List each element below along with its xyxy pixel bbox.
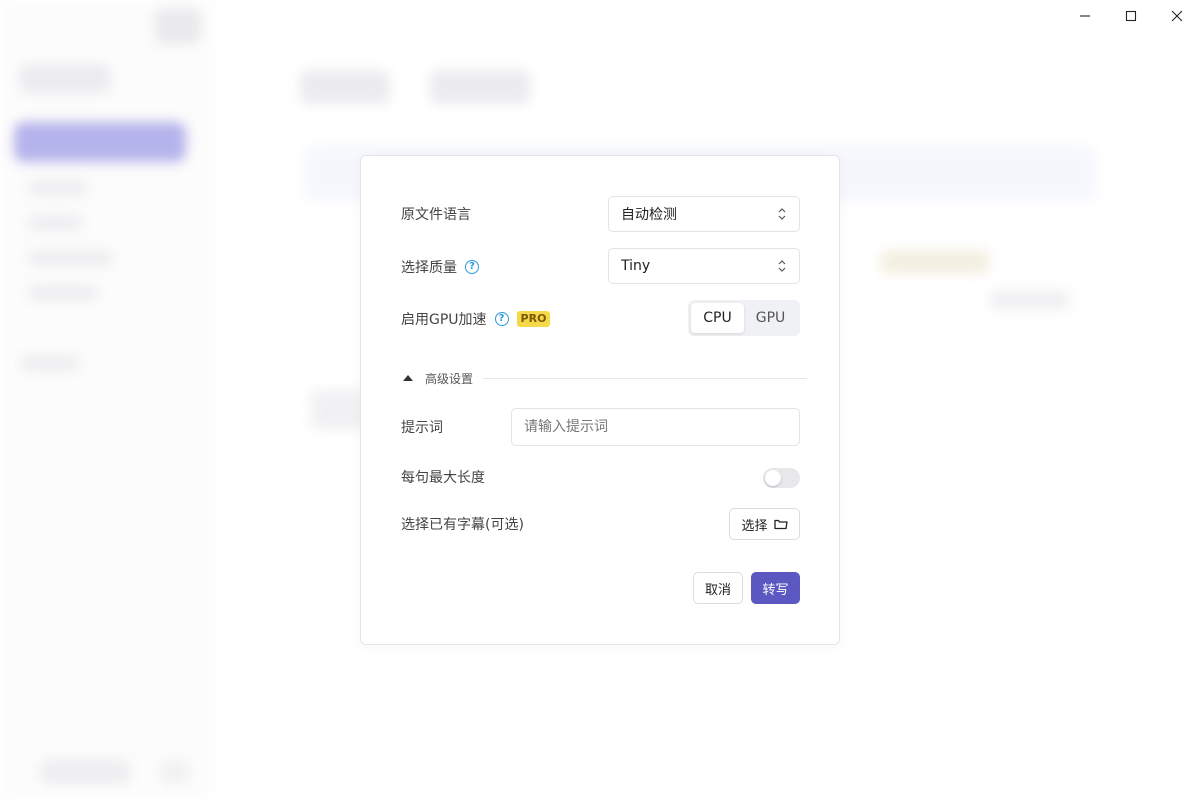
background-sidebar [0, 0, 210, 800]
source-language-value: 自动检测 [621, 207, 677, 223]
segment-gpu[interactable]: GPU [744, 303, 797, 333]
window-controls [1062, 0, 1200, 32]
source-language-select[interactable]: 自动检测 [608, 196, 800, 232]
gpu-label: 启用GPU加速 ? PRO [401, 309, 551, 329]
help-icon[interactable]: ? [494, 312, 509, 326]
background-app-title [20, 65, 110, 93]
caret-up-icon [403, 375, 413, 381]
chevron-updown-icon [778, 260, 786, 272]
choose-subtitle-button[interactable]: 选择 [729, 508, 800, 540]
existing-subtitle-label: 选择已有字幕(可选) [401, 514, 524, 534]
advanced-settings-toggle[interactable]: 高级设置 [403, 368, 807, 388]
prompt-input[interactable] [511, 408, 800, 446]
cancel-button[interactable]: 取消 [693, 572, 743, 604]
background-card [880, 250, 990, 274]
background-footer-item [40, 760, 130, 784]
background-nav-item [28, 215, 83, 231]
source-language-label: 原文件语言 [401, 204, 471, 224]
quality-label: 选择质量 ? [401, 257, 479, 277]
background-nav-item [28, 250, 113, 266]
max-length-label: 每句最大长度 [401, 467, 485, 487]
segment-cpu[interactable]: CPU [691, 303, 744, 333]
background-footer-item [160, 760, 190, 784]
quality-label-text: 选择质量 [401, 260, 457, 276]
pro-badge: PRO [516, 311, 551, 327]
background-card [990, 290, 1070, 310]
max-length-label-text: 每句最大长度 [401, 470, 485, 486]
divider [483, 377, 807, 379]
background-nav-item [28, 285, 98, 301]
background-header [430, 70, 530, 104]
source-language-label-text: 原文件语言 [401, 207, 471, 223]
close-button[interactable] [1154, 0, 1200, 32]
prompt-label: 提示词 [401, 417, 443, 437]
quality-value: Tiny [621, 258, 651, 274]
advanced-settings-label: 高级设置 [425, 371, 474, 386]
background-nav-item [20, 355, 80, 371]
maximize-icon [1125, 10, 1137, 22]
background-logo [155, 8, 201, 44]
background-nav-active [14, 122, 186, 162]
max-length-toggle[interactable] [763, 468, 800, 488]
close-icon [1171, 10, 1183, 22]
choose-subtitle-label: 选择 [741, 518, 768, 534]
gpu-label-text: 启用GPU加速 [401, 312, 487, 328]
background-nav-item [28, 180, 88, 196]
folder-icon [773, 518, 788, 530]
help-icon[interactable]: ? [465, 260, 479, 274]
quality-select[interactable]: Tiny [608, 248, 800, 284]
gpu-segmented-control: CPU GPU [688, 300, 800, 336]
transcribe-button[interactable]: 转写 [751, 572, 800, 604]
existing-subtitle-label-text: 选择已有字幕(可选) [401, 517, 524, 533]
transcribe-dialog: 原文件语言 自动检测 选择质量 ? Tiny 启用GPU加速 ? PRO CPU… [360, 155, 840, 645]
prompt-label-text: 提示词 [401, 420, 443, 436]
chevron-updown-icon [778, 208, 786, 220]
minimize-icon [1080, 15, 1090, 17]
toggle-knob [765, 470, 781, 486]
maximize-button[interactable] [1108, 0, 1154, 32]
background-header [300, 70, 390, 104]
minimize-button[interactable] [1062, 0, 1108, 32]
